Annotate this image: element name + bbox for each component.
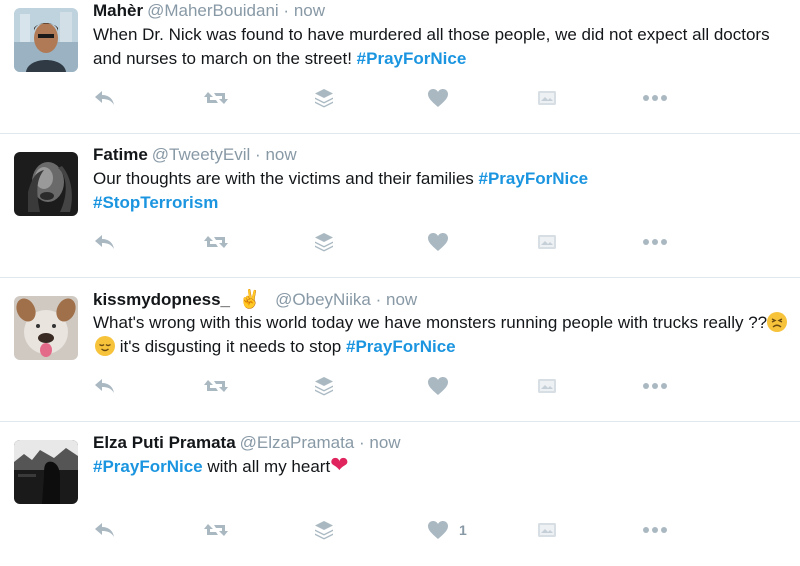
tweet-text: Our thoughts are with the victims and th…: [93, 167, 790, 215]
more-icon[interactable]: [641, 232, 669, 252]
more-icon[interactable]: [641, 88, 669, 108]
display-name[interactable]: Mahèr: [93, 1, 143, 20]
tweet-4[interactable]: Elza Puti Pramata @ElzaPramata · now #Pra…: [0, 422, 800, 566]
heart-icon[interactable]: 1: [427, 520, 467, 540]
display-name[interactable]: Fatime: [93, 145, 148, 164]
media-icon[interactable]: [536, 88, 558, 108]
heart-icon[interactable]: [427, 232, 459, 252]
tweet-text: When Dr. Nick was found to have murdered…: [93, 23, 790, 71]
user-handle[interactable]: @MaherBouidani: [147, 1, 279, 20]
tweet-text-body-2: it's disgusting it needs to stop: [115, 337, 346, 356]
avatar[interactable]: [14, 440, 78, 504]
hashtag-link[interactable]: #StopTerrorism: [93, 193, 218, 212]
timestamp[interactable]: now: [265, 145, 296, 164]
timestamp[interactable]: now: [369, 433, 400, 452]
tweet-text: What's wrong with this world today we ha…: [93, 311, 790, 359]
hashtag-link[interactable]: #PrayForNice: [93, 457, 203, 476]
avatar[interactable]: [14, 296, 78, 360]
hashtag-link[interactable]: #PrayForNice: [346, 337, 456, 356]
retweet-icon[interactable]: [203, 376, 229, 396]
layers-icon[interactable]: [314, 376, 334, 396]
tweet-3[interactable]: kissmydopness_ ✌ @ObeyNiika · now What's …: [0, 278, 800, 422]
like-count: 1: [459, 522, 467, 538]
more-icon[interactable]: [641, 376, 669, 396]
tweet-feed: Mahèr @MaherBouidani · now When Dr. Nick …: [0, 0, 800, 533]
reply-icon[interactable]: [93, 520, 117, 540]
reply-icon[interactable]: [93, 232, 117, 252]
tweet-text-body: What's wrong with this world today we ha…: [93, 313, 768, 332]
user-handle[interactable]: @ElzaPramata: [240, 433, 355, 452]
media-icon[interactable]: [536, 232, 558, 252]
display-name[interactable]: Elza Puti Pramata: [93, 433, 236, 452]
tweet-1[interactable]: Mahèr @MaherBouidani · now When Dr. Nick …: [0, 0, 800, 134]
user-handle[interactable]: @TweetyEvil: [152, 145, 251, 164]
reply-icon[interactable]: [93, 376, 117, 396]
separator-dot: ·: [255, 145, 261, 164]
relieved-face-emoji: [95, 336, 115, 356]
avatar[interactable]: [14, 8, 78, 72]
separator-dot: ·: [375, 290, 382, 309]
persevering-face-emoji: [767, 312, 788, 332]
timestamp[interactable]: now: [386, 290, 417, 309]
heart-icon[interactable]: [427, 88, 459, 108]
tweet-text-body: with all my heart: [202, 457, 331, 476]
action-bar: 1: [93, 520, 693, 540]
action-bar: [93, 376, 693, 396]
reply-icon[interactable]: [93, 88, 117, 108]
layers-icon[interactable]: [314, 88, 334, 108]
user-handle[interactable]: @ObeyNiika: [275, 290, 371, 309]
action-bar: [93, 232, 693, 252]
avatar[interactable]: [14, 152, 78, 216]
separator-dot: ·: [358, 433, 365, 452]
more-icon[interactable]: [641, 520, 669, 540]
layers-icon[interactable]: [314, 232, 334, 252]
layers-icon[interactable]: [314, 520, 334, 540]
victory-hand-emoji: ✌: [238, 289, 262, 309]
retweet-icon[interactable]: [203, 88, 229, 108]
retweet-icon[interactable]: [203, 520, 229, 540]
red-heart-emoji: ❤: [330, 452, 349, 477]
retweet-icon[interactable]: [203, 232, 229, 252]
hashtag-link[interactable]: #PrayForNice: [479, 169, 589, 188]
action-bar: [93, 88, 693, 108]
display-name[interactable]: kissmydopness_: [93, 290, 230, 309]
timestamp[interactable]: now: [294, 1, 325, 20]
tweet-text-body: Our thoughts are with the victims and th…: [93, 169, 479, 188]
separator-dot: ·: [283, 1, 290, 20]
media-icon[interactable]: [536, 376, 558, 396]
media-icon[interactable]: [536, 520, 558, 540]
tweet-text: #PrayForNice with all my heart❤: [93, 452, 790, 479]
heart-icon[interactable]: [427, 376, 459, 396]
tweet-2[interactable]: Fatime @TweetyEvil · now Our thoughts are…: [0, 134, 800, 278]
hashtag-link[interactable]: #PrayForNice: [357, 49, 467, 68]
